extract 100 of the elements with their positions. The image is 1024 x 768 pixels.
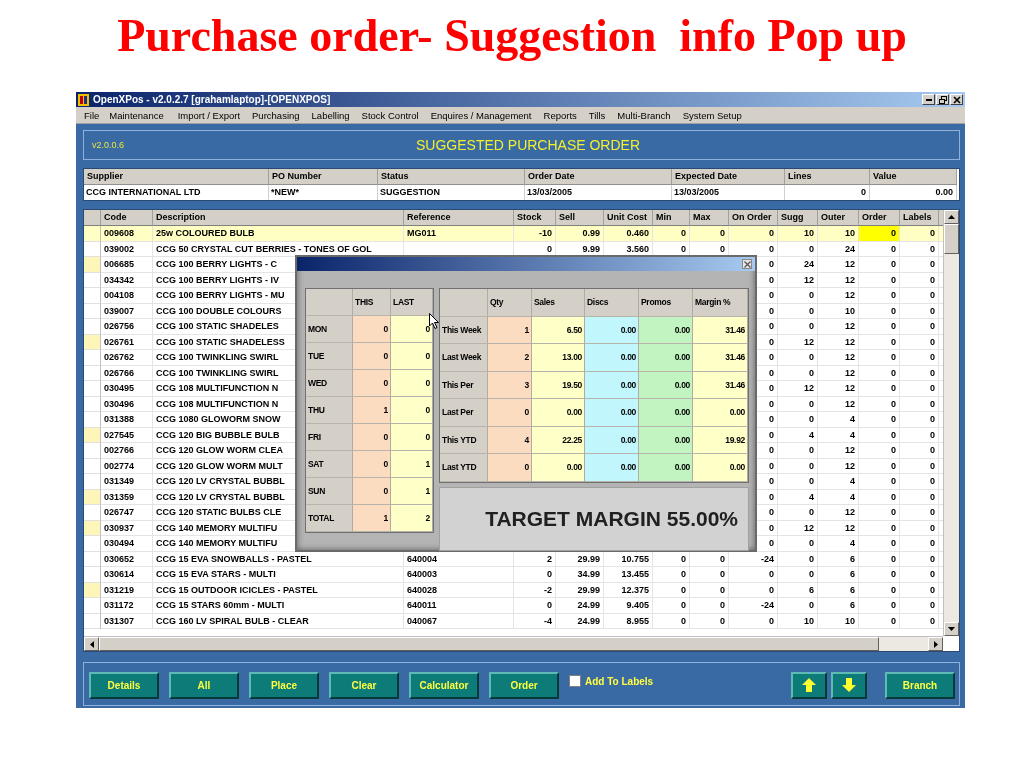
table-cell: 0.00 [639, 371, 693, 399]
row-header: Last Per [440, 399, 488, 427]
table-cell: 0 [900, 350, 939, 366]
table-cell: 030494 [101, 536, 153, 552]
row-header: This YTD [440, 426, 488, 454]
table-cell: 1 [391, 478, 433, 505]
table-cell: 0 [729, 613, 778, 629]
column-header: Margin % [693, 289, 748, 317]
table-cell: 24.99 [556, 598, 604, 614]
table-cell: 4 [818, 474, 859, 490]
table-cell: 031172 [101, 598, 153, 614]
column-header: Supplier [84, 169, 269, 185]
row-header: Last Week [440, 344, 488, 372]
table-cell: 13.455 [604, 567, 653, 583]
table-cell: 0 [690, 613, 729, 629]
table-cell: 0 [778, 350, 818, 366]
table-cell: 009608 [101, 226, 153, 242]
table-cell: 004108 [101, 288, 153, 304]
table-cell: 026756 [101, 319, 153, 335]
table-cell: 0 [859, 443, 900, 459]
table-cell: 22.25 [532, 426, 585, 454]
table-cell: 0 [900, 226, 939, 242]
row-header: This Week [440, 316, 488, 344]
table-cell: 1 [391, 451, 433, 478]
table-cell: 040067 [404, 613, 514, 629]
row-header: WED [306, 370, 353, 397]
table-cell: 31.46 [693, 316, 748, 344]
table-cell: 10 [778, 613, 818, 629]
table-cell: 0 [900, 536, 939, 552]
table-cell: 12 [818, 381, 859, 397]
table-cell: 0 [859, 288, 900, 304]
table-cell: 34.99 [556, 567, 604, 583]
table-cell: 4 [488, 426, 532, 454]
table-cell: 0 [353, 478, 391, 505]
column-header: Qty [488, 289, 532, 317]
table-cell: 0 [488, 454, 532, 482]
table-cell: 0 [900, 598, 939, 614]
row-header: TUE [306, 343, 353, 370]
table-cell: 0 [653, 613, 690, 629]
table-cell: 0.00 [585, 316, 639, 344]
table-cell: 13/03/2005 [525, 185, 672, 200]
row-header: This Per [440, 371, 488, 399]
table-cell: 0 [900, 567, 939, 583]
column-header: Status [378, 169, 525, 185]
table-cell: 0 [391, 424, 433, 451]
table-cell: 0.00 [693, 454, 748, 482]
table-cell: 12 [818, 350, 859, 366]
table-cell: 10 [778, 226, 818, 242]
table-cell: 0.99 [556, 226, 604, 242]
table-cell: 12 [818, 443, 859, 459]
table-cell: 0 [353, 451, 391, 478]
table-cell: 0 [653, 226, 690, 242]
table-cell: 0.00 [870, 185, 957, 200]
table-cell: 6.50 [532, 316, 585, 344]
table-cell: 0 [785, 185, 870, 200]
table-cell: 12 [818, 505, 859, 521]
table-cell: 0 [391, 370, 433, 397]
column-header: Expected Date [672, 169, 785, 185]
table-cell: 3 [488, 371, 532, 399]
table-cell: 19.92 [693, 426, 748, 454]
table-cell: 0.460 [604, 226, 653, 242]
table-cell: 12 [818, 319, 859, 335]
table-cell: 0 [900, 288, 939, 304]
table-cell: 0 [900, 381, 939, 397]
table-cell: MG011 [404, 226, 514, 242]
table-cell: 6 [818, 567, 859, 583]
table-cell: 13/03/2005 [672, 185, 785, 200]
table-cell: 0.00 [639, 454, 693, 482]
table-cell: 0 [778, 505, 818, 521]
table-cell: 24 [778, 257, 818, 273]
table-cell: 0 [690, 598, 729, 614]
column-header: LAST [391, 289, 433, 316]
table-cell: 0.00 [585, 344, 639, 372]
column-header: Lines [785, 169, 870, 185]
table-cell: 0 [653, 598, 690, 614]
table-cell: 0 [859, 474, 900, 490]
version-label: v2.0.0.6 [91, 140, 126, 150]
table-cell: 0 [859, 567, 900, 583]
table-cell: 030495 [101, 381, 153, 397]
table-cell: 0 [900, 319, 939, 335]
table-cell: 0 [900, 412, 939, 428]
table-cell: 031388 [101, 412, 153, 428]
table-cell: 0 [900, 257, 939, 273]
table-cell: 0.00 [639, 426, 693, 454]
column-header: PO Number [269, 169, 378, 185]
table-cell: -24 [729, 598, 778, 614]
table-cell: 0 [778, 319, 818, 335]
table-cell: -4 [514, 613, 556, 629]
row-header: MON [306, 316, 353, 343]
table-cell: 031307 [101, 613, 153, 629]
table-cell: 0.00 [532, 399, 585, 427]
table-cell: 31.46 [693, 344, 748, 372]
table-cell: -10 [514, 226, 556, 242]
table-cell: 640011 [404, 598, 514, 614]
table-cell: 0 [900, 613, 939, 629]
table-cell: 640003 [404, 567, 514, 583]
table-cell: 9.405 [604, 598, 653, 614]
table-cell: 0.00 [639, 344, 693, 372]
table-cell: 12 [778, 381, 818, 397]
table-cell: 2 [488, 344, 532, 372]
